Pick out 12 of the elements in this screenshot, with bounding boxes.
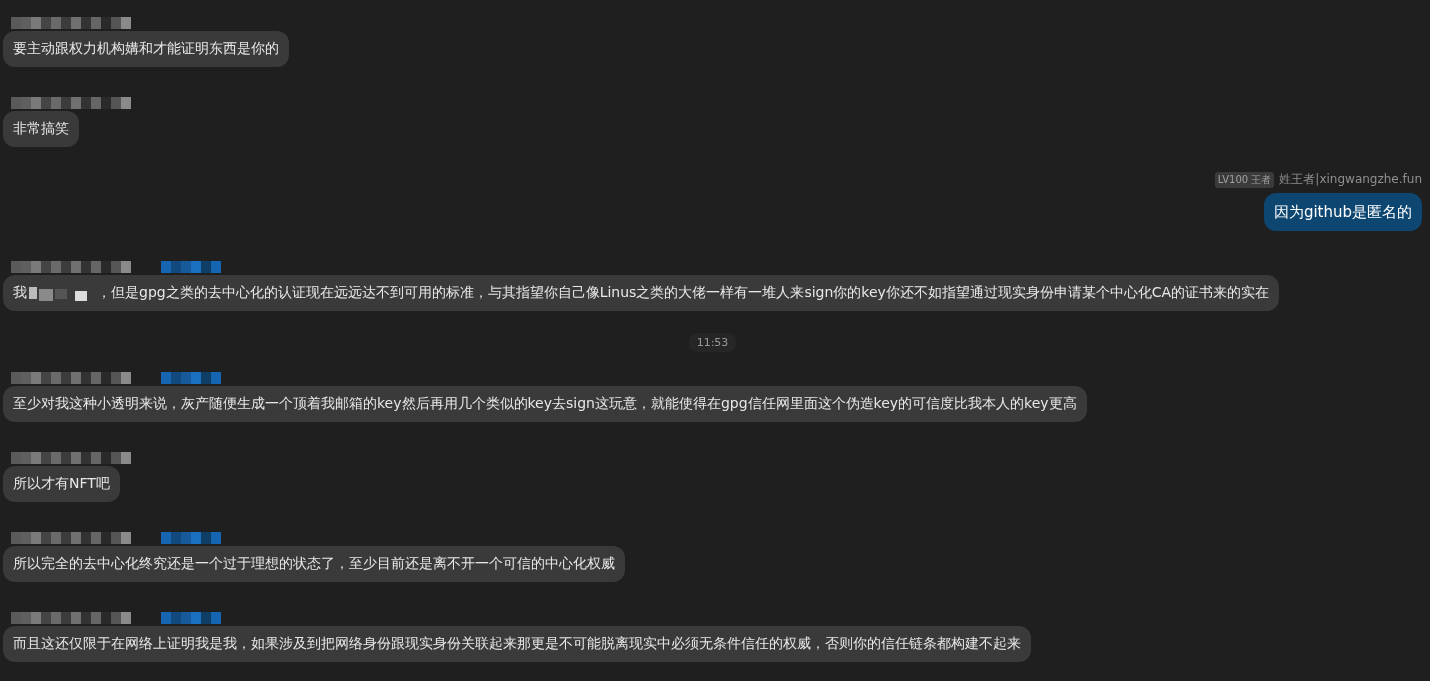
message-bubble: 至少对我这种小透明来说，灰产随便生成一个顶着我邮箱的key然后再用几个类似的key去sign这玩意，就能使得在gpg信任网里面这个伪造key的可信度比我本人的key更高	[3, 386, 1087, 422]
message-text: ，但是gpg之类的去中心化的认证现在远远达不到可用的标准，与其指望你自己像Linus之类的大佬一样有一堆人来sign你的key你还不如指望通过现实身份申请某个中心化CA的证书来的实在	[97, 284, 1270, 302]
message-bubble: 所以完全的去中心化终究还是一个过于理想的状态了，至少目前还是离不开一个可信的中心化权威	[3, 546, 625, 582]
message-bubble: 所以才有NFT吧	[3, 466, 120, 502]
message-bubble: 而且这还仅限于在网络上证明我是我，如果涉及到把网络身份跟现实身份关联起来那更是不可能脱离现实中必须无条件信任的权威，否则你的信任链条都构建不起来	[3, 626, 1031, 662]
timestamp: 11:53	[688, 333, 737, 352]
sender-name: 姓王者|xingwangzhe.fun	[1279, 171, 1422, 188]
message-text: 我	[13, 284, 27, 302]
message-bubble: 要主动跟权力机构媾和才能证明东西是你的	[3, 31, 289, 67]
message-bubble: 因为github是匿名的	[1263, 193, 1422, 231]
level-badge: LV100 王者	[1214, 171, 1275, 188]
message-bubble: 非常搞笑	[3, 111, 79, 147]
